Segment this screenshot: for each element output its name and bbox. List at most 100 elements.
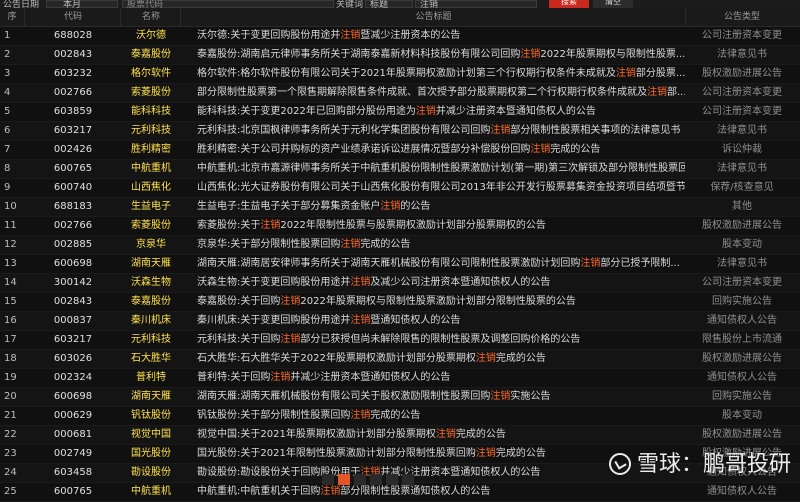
stock-code-input[interactable]: 股票代码 [122,0,334,8]
stock-name[interactable]: 山西焦化 [122,179,180,197]
stock-name[interactable]: 钒钛股份 [122,407,180,425]
stock-name[interactable]: 湖南天雁 [122,255,180,273]
announcement-title-link[interactable]: 秦川机床:关于变更回购股份用途并注销暨通知债权人的公告 [197,312,685,330]
announcement-title-link[interactable]: 山西焦化:光大证券股份有限公司关于山西焦化股份有限公司2013年非公开发行股票募… [197,179,685,197]
table-row[interactable]: 11 002766 索菱股份 索菱股份:关于注销2022年限制性股票与股票期权激励计划… [0,217,800,236]
stock-code[interactable]: 002426 [26,141,120,159]
stock-name[interactable]: 中航重机 [122,160,180,178]
stock-name[interactable]: 京泉华 [122,236,180,254]
stock-code[interactable]: 603026 [26,350,120,368]
stock-name[interactable]: 元利科技 [122,122,180,140]
announcement-title-link[interactable]: 胜利精密:关于公司并购标的资产业绩承诺诉讼进展情况暨部分补偿股份回购注销完成的公… [197,141,685,159]
table-row[interactable]: 20 600698 湖南天雁 湖南天雁:湖南天雁机械股份有限公司关于股权激励限制性股票… [0,388,800,407]
announcement-title-link[interactable]: 元利科技:北京国枫律师事务所关于元利化学集团股份有限公司回购注销部分限制性股票相… [197,122,685,140]
table-row[interactable]: 7 002426 胜利精密 胜利精密:关于公司并购标的资产业绩承诺诉讼进展情况暨部分补… [0,141,800,160]
table-row[interactable]: 4 002766 索菱股份 部分限制性股票第一个限售期解除限售条件成就、首次授予部分股… [0,84,800,103]
announcement-title-link[interactable]: 生益电子:生益电子关于部分募集资金账户注销的公告 [197,198,685,216]
stock-name[interactable]: 中航重机 [122,483,180,501]
period-select[interactable]: 本月 [46,0,118,8]
table-row[interactable]: 6 603217 元利科技 元利科技:北京国枫律师事务所关于元利化学集团股份有限公司回… [0,122,800,141]
table-row[interactable]: 1 688028 沃尔德 沃尔德:关于变更回购股份用途并注销暨减少注册资本的公告 公司注… [0,27,800,46]
stock-name[interactable]: 秦川机床 [122,312,180,330]
stock-code[interactable]: 600765 [26,160,120,178]
table-row[interactable]: 22 000681 视觉中国 视觉中国:关于2021年股票期权激励计划部分股票期权注销… [0,426,800,445]
stock-code[interactable]: 603458 [26,464,120,482]
search-button[interactable]: 搜索 [549,0,589,8]
announcement-title-link[interactable]: 格尔软件:格尔软件股份有限公司关于2021年股票期权激励计划第三个行权期行权条件… [197,65,685,83]
page-button[interactable] [354,474,366,485]
stock-code[interactable]: 000629 [26,407,120,425]
page-button[interactable] [370,474,382,485]
stock-name[interactable]: 石大胜华 [122,350,180,368]
announcement-title-link[interactable]: 沃森生物:关于变更回购股份用途并注销及减少公司注册资本暨通知债权人的公告 [197,274,685,292]
table-row[interactable]: 14 300142 沃森生物 沃森生物:关于变更回购股份用途并注销及减少公司注册资本暨… [0,274,800,293]
stock-code[interactable]: 688183 [26,198,120,216]
announcement-title-link[interactable]: 中航重机:北京市嘉源律师事务所关于中航重机股份限制性股票激励计划(第一期)第三次… [197,160,685,178]
stock-code[interactable]: 603217 [26,331,120,349]
stock-code[interactable]: 000681 [26,426,120,444]
stock-code[interactable]: 603859 [26,103,120,121]
page-button[interactable] [386,474,398,485]
stock-name[interactable]: 索菱股份 [122,84,180,102]
announcement-title-link[interactable]: 能科科技:关于变更2022年已回购部分股份用途为注销并减少注册资本暨通知债权人的… [197,103,685,121]
stock-name[interactable]: 勘设股份 [122,464,180,482]
table-row[interactable]: 17 603217 元利科技 元利科技:关于回购注销部分已获授但尚未解除限售的限制性股… [0,331,800,350]
table-row[interactable]: 8 600765 中航重机 中航重机:北京市嘉源律师事务所关于中航重机股份限制性股票激… [0,160,800,179]
announcement-title-link[interactable]: 湖南天雁:湖南居安律师事务所关于湖南天雁机械股份有限公司限制性股票激励计划回购注… [197,255,685,273]
header-code[interactable]: 代码 [26,8,120,26]
stock-name[interactable]: 元利科技 [122,331,180,349]
keyword-field-select[interactable]: 标题 [365,0,413,8]
header-name[interactable]: 名称 [122,8,180,26]
stock-code[interactable]: 002766 [26,84,120,102]
stock-code[interactable]: 600740 [26,179,120,197]
stock-code[interactable]: 688028 [26,27,120,45]
page-button[interactable] [322,474,334,485]
table-row[interactable]: 9 600740 山西焦化 山西焦化:光大证券股份有限公司关于山西焦化股份有限公司20… [0,179,800,198]
table-row[interactable]: 2 002843 泰嘉股份 泰嘉股份:湖南启元律师事务所关于湖南泰嘉新材料科技股份有限… [0,46,800,65]
stock-code[interactable]: 600698 [26,388,120,406]
announcement-title-link[interactable]: 中航重机:中航重机关于回购注销部分限制性股票通知债权人的公告 [197,483,685,501]
stock-name[interactable]: 生益电子 [122,198,180,216]
stock-code[interactable]: 002324 [26,369,120,387]
stock-name[interactable]: 胜利精密 [122,141,180,159]
announcement-title-link[interactable]: 石大胜华:石大胜华关于2022年股票期权激励计划部分股票期权注销完成的公告 [197,350,685,368]
announcement-title-link[interactable]: 索菱股份:关于注销2022年限制性股票与股票期权激励计划部分股票期权的公告 [197,217,685,235]
table-row[interactable]: 21 000629 钒钛股份 钒钛股份:关于部分限制性股票回购注销完成的公告 股本变动 [0,407,800,426]
stock-code[interactable]: 002749 [26,445,120,463]
keyword-input[interactable]: 注销 [415,0,537,8]
stock-code[interactable]: 603232 [26,65,120,83]
page-button[interactable] [402,474,414,485]
stock-name[interactable]: 普利特 [122,369,180,387]
table-row[interactable]: 25 600765 中航重机 中航重机:中航重机关于回购注销部分限制性股票通知债权人的… [0,483,800,502]
stock-name[interactable]: 泰嘉股份 [122,293,180,311]
announcement-title-link[interactable]: 视觉中国:关于2021年股票期权激励计划部分股票期权注销完成的公告 [197,426,685,444]
table-row[interactable]: 18 603026 石大胜华 石大胜华:石大胜华关于2022年股票期权激励计划部分股票… [0,350,800,369]
announcement-title-link[interactable]: 沃尔德:关于变更回购股份用途并注销暨减少注册资本的公告 [197,27,685,45]
header-title[interactable]: 公告标题 [182,8,685,26]
announcement-title-link[interactable]: 湖南天雁:湖南天雁机械股份有限公司关于股权激励限制性股票回购注销实施公告 [197,388,685,406]
table-row[interactable]: 5 603859 能科科技 能科科技:关于变更2022年已回购部分股份用途为注销并减少… [0,103,800,122]
announcement-title-link[interactable]: 泰嘉股份:湖南启元律师事务所关于湖南泰嘉新材料科技股份有限公司回购注销2022年… [197,46,685,64]
table-row[interactable]: 15 002843 泰嘉股份 泰嘉股份:关于回购注销2022年股票期权与限制性股票激励… [0,293,800,312]
table-row[interactable]: 19 002324 普利特 普利特:关于回购注销并减少注册资本暨通知债权人的公告 通知债… [0,369,800,388]
table-row[interactable]: 3 603232 格尔软件 格尔软件:格尔软件股份有限公司关于2021年股票期权激励计… [0,65,800,84]
header-type[interactable]: 公告类型 [687,8,797,26]
stock-name[interactable]: 湖南天雁 [122,388,180,406]
stock-code[interactable]: 603217 [26,122,120,140]
stock-name[interactable]: 泰嘉股份 [122,46,180,64]
table-row[interactable]: 13 600698 湖南天雁 湖南天雁:湖南居安律师事务所关于湖南天雁机械股份有限公司… [0,255,800,274]
table-row[interactable]: 12 002885 京泉华 京泉华:关于部分限制性股票回购注销完成的公告 股本变动 [0,236,800,255]
announcement-title-link[interactable]: 钒钛股份:关于部分限制性股票回购注销完成的公告 [197,407,685,425]
announcement-title-link[interactable]: 普利特:关于回购注销并减少注册资本暨通知债权人的公告 [197,369,685,387]
stock-name[interactable]: 视觉中国 [122,426,180,444]
stock-name[interactable]: 沃森生物 [122,274,180,292]
announcement-title-link[interactable]: 元利科技:关于回购注销部分已获授但尚未解除限售的限制性股票及调整回购价格的公告 [197,331,685,349]
table-row[interactable]: 10 688183 生益电子 生益电子:生益电子关于部分募集资金账户注销的公告 其他 [0,198,800,217]
stock-code[interactable]: 300142 [26,274,120,292]
stock-name[interactable]: 国光股份 [122,445,180,463]
announcement-title-link[interactable]: 部分限制性股票第一个限售期解除限售条件成就、首次授予部分股票期权第二个行权期行权… [197,84,685,102]
stock-name[interactable]: 格尔软件 [122,65,180,83]
table-row[interactable]: 16 000837 秦川机床 秦川机床:关于变更回购股份用途并注销暨通知债权人的公告通… [0,312,800,331]
stock-code[interactable]: 002843 [26,46,120,64]
stock-name[interactable]: 沃尔德 [122,27,180,45]
